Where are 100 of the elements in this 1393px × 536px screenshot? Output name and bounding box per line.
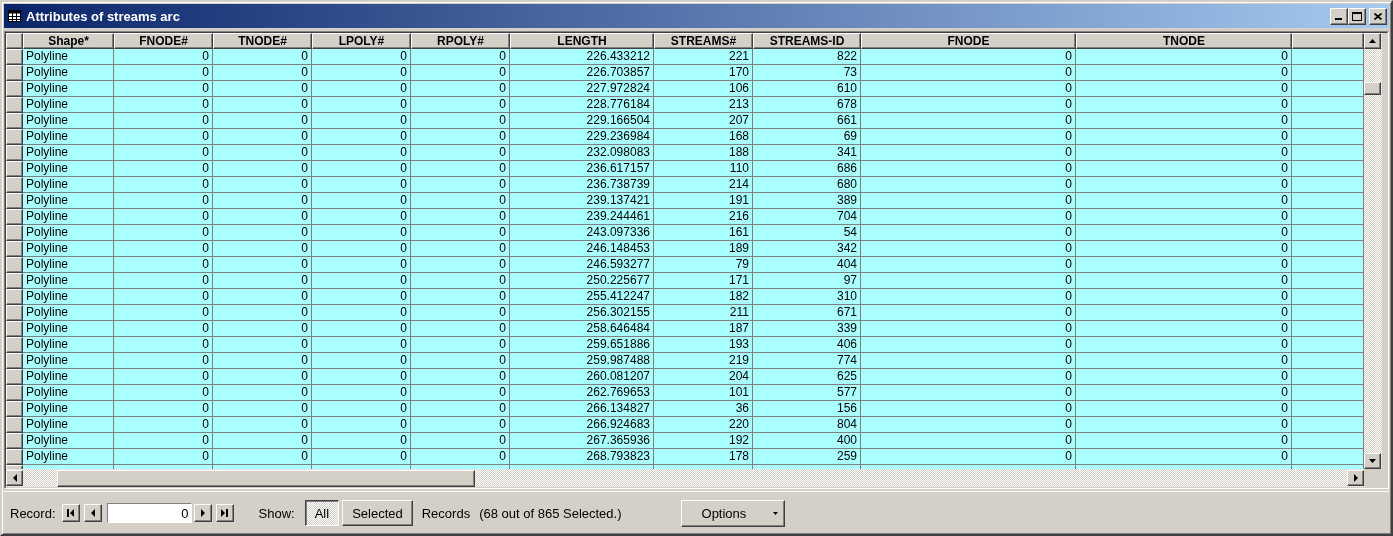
table-cell: 0	[213, 161, 312, 177]
row-selector[interactable]	[6, 209, 23, 225]
table-cell: 0	[861, 241, 1076, 257]
table-cell: 0	[411, 209, 510, 225]
row-selector[interactable]	[6, 225, 23, 241]
row-selector[interactable]	[6, 193, 23, 209]
last-record-button[interactable]	[215, 504, 234, 522]
table-cell: 0	[312, 257, 411, 273]
table-cell: 182	[654, 289, 753, 305]
show-toggle[interactable]: Selected	[342, 500, 413, 526]
table-cell: 0	[213, 433, 312, 449]
table-cell: 256.302155	[510, 305, 654, 321]
first-record-button[interactable]	[61, 504, 80, 522]
record-field[interactable]: 0	[106, 503, 192, 523]
table-cell: 250.225677	[510, 273, 654, 289]
previous-record-button[interactable]	[83, 504, 102, 522]
column-header[interactable]: RPOLY#	[411, 33, 510, 49]
table-cell: 0	[861, 145, 1076, 161]
options-button[interactable]: Options	[680, 499, 785, 527]
row-selector[interactable]	[6, 129, 23, 145]
down-arrow-icon	[1368, 458, 1377, 464]
row-selector[interactable]	[6, 385, 23, 401]
row-selector[interactable]	[6, 417, 23, 433]
row-selector[interactable]	[6, 65, 23, 81]
table-cell: 161	[654, 225, 753, 241]
column-header[interactable]: TNODE	[1076, 33, 1292, 49]
table-cell: 227.972824	[510, 81, 654, 97]
row-selector[interactable]	[6, 369, 23, 385]
scroll-right-button[interactable]	[1347, 470, 1364, 486]
close-button[interactable]	[1369, 7, 1387, 25]
close-icon	[1374, 12, 1382, 20]
row-selector[interactable]	[6, 433, 23, 449]
scroll-thumb[interactable]	[57, 469, 475, 487]
show-toggle[interactable]: All	[304, 500, 340, 526]
next-record-button[interactable]	[193, 504, 212, 522]
table-cell: 0	[213, 241, 312, 257]
column-header[interactable]: STREAMS-ID	[753, 33, 861, 49]
table-cell: 0	[312, 273, 411, 289]
table-cell: 0	[312, 193, 411, 209]
table-cell: 228.776184	[510, 97, 654, 113]
table-cell: 0	[861, 289, 1076, 305]
table-cell: 0	[1076, 81, 1292, 97]
table-cell: Polyline	[23, 193, 114, 209]
table-cell: 0	[1076, 433, 1292, 449]
table-cell: 73	[753, 65, 861, 81]
table-cell: 0	[861, 337, 1076, 353]
column-header[interactable]: FNODE#	[114, 33, 213, 49]
row-selector[interactable]	[6, 97, 23, 113]
table-cell: Polyline	[23, 161, 114, 177]
table-cell: 0	[861, 385, 1076, 401]
scroll-down-button[interactable]	[1364, 453, 1381, 469]
table-cell: 0	[114, 129, 213, 145]
table-cell: 0	[1076, 193, 1292, 209]
table-cell: 268.793823	[510, 449, 654, 465]
table-cell: 0	[1076, 417, 1292, 433]
table-cell: 577	[753, 385, 861, 401]
column-header[interactable]: STREAMS#	[654, 33, 753, 49]
row-selector[interactable]	[6, 81, 23, 97]
row-selector[interactable]	[6, 449, 23, 465]
table-cell: 0	[1076, 305, 1292, 321]
row-selector[interactable]	[6, 49, 23, 65]
column-header[interactable]: FNODE	[861, 33, 1076, 49]
table-cell: 341	[753, 145, 861, 161]
table-cell: 211	[654, 305, 753, 321]
scroll-left-button[interactable]	[6, 470, 23, 486]
table-cell: 0	[411, 161, 510, 177]
row-selector[interactable]	[6, 321, 23, 337]
table-cell: 0	[213, 193, 312, 209]
row-selector[interactable]	[6, 305, 23, 321]
scroll-thumb[interactable]	[1364, 82, 1381, 95]
row-selector[interactable]	[6, 337, 23, 353]
row-selector[interactable]	[6, 257, 23, 273]
table-cell: 0	[411, 353, 510, 369]
scroll-up-button[interactable]	[1364, 33, 1381, 49]
row-selector[interactable]	[6, 177, 23, 193]
row-selector[interactable]	[6, 401, 23, 417]
table-cell: 193	[654, 337, 753, 353]
table-cell: 0	[114, 161, 213, 177]
column-header[interactable]	[1292, 33, 1364, 49]
row-selector[interactable]	[6, 241, 23, 257]
maximize-button[interactable]	[1348, 7, 1366, 25]
table-cell: 232.098083	[510, 145, 654, 161]
row-selector[interactable]	[6, 353, 23, 369]
row-selector[interactable]	[6, 273, 23, 289]
table-cell: 0	[312, 81, 411, 97]
table-cell: 0	[213, 369, 312, 385]
row-selector[interactable]	[6, 289, 23, 305]
row-selector[interactable]	[6, 161, 23, 177]
table-cell: 0	[1076, 289, 1292, 305]
table-cell: 0	[861, 65, 1076, 81]
row-selector[interactable]	[6, 113, 23, 129]
table-cell: 188	[654, 145, 753, 161]
select-all-button[interactable]	[6, 33, 23, 49]
column-header[interactable]: TNODE#	[213, 33, 312, 49]
table-cell: Polyline	[23, 369, 114, 385]
minimize-button[interactable]	[1330, 7, 1348, 25]
column-header[interactable]: LENGTH	[510, 33, 654, 49]
column-header[interactable]: Shape*	[23, 33, 114, 49]
row-selector[interactable]	[6, 145, 23, 161]
column-header[interactable]: LPOLY#	[312, 33, 411, 49]
